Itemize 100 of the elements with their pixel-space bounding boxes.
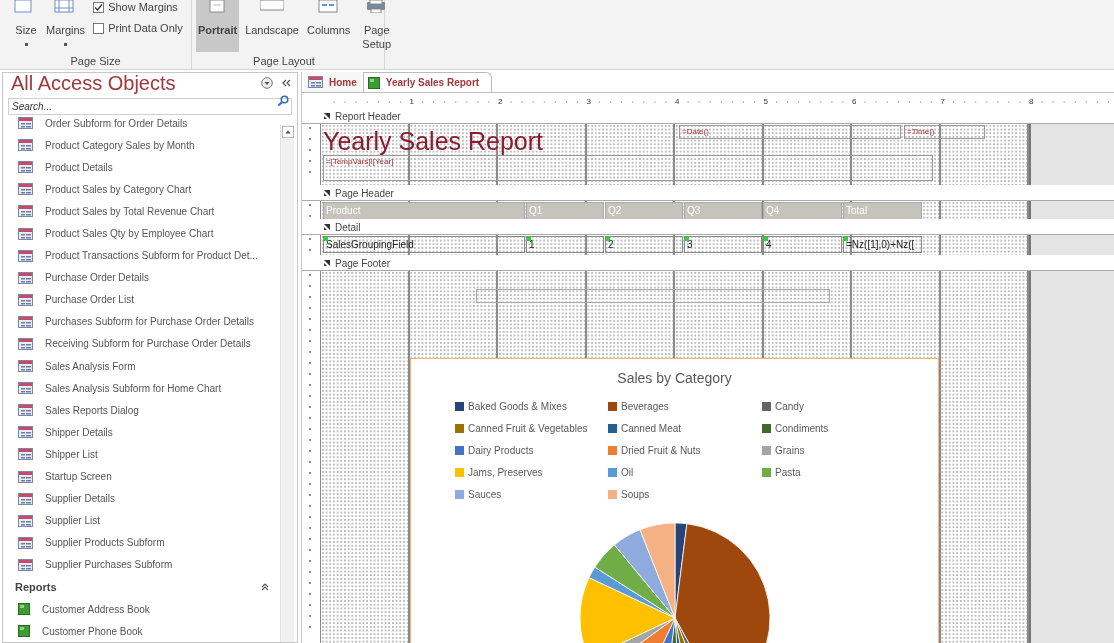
nav-item[interactable]: Order Subform for Order Details: [3, 112, 277, 135]
section-icon: [323, 259, 331, 267]
search-field[interactable]: Search...: [8, 98, 292, 115]
form-icon: [308, 76, 323, 88]
expression-box[interactable]: =Time(): [904, 125, 985, 139]
nav-item[interactable]: Customer Phone Book: [3, 620, 277, 642]
form-icon: [18, 271, 33, 284]
form-icon: [18, 470, 33, 483]
form-icon: [18, 558, 33, 571]
form-icon: [18, 492, 33, 505]
nav-item[interactable]: Sales Analysis Form: [3, 355, 277, 378]
nav-item[interactable]: Shipper Details: [3, 421, 277, 444]
nav-item[interactable]: Product Sales Qty by Employee Chart: [3, 222, 277, 245]
collapse-icon: [281, 78, 291, 88]
form-icon: [18, 448, 33, 461]
form-icon: [18, 404, 33, 417]
group-label: Page Size: [69, 53, 122, 69]
report-icon: [18, 625, 30, 638]
ruler-number: 6: [852, 96, 857, 108]
legend-item: Soups: [608, 486, 762, 502]
form-icon: [18, 536, 33, 549]
legend-item: Canned Fruit & Vegetables: [455, 420, 608, 436]
nav-item[interactable]: Sales Reports Dialog: [3, 399, 277, 422]
ruler-number: 8: [1029, 96, 1034, 108]
nav-item[interactable]: Product Details: [3, 156, 277, 179]
nav-item[interactable]: Shipper List: [3, 443, 277, 466]
page-setup-button[interactable]: Page Setup: [360, 0, 394, 52]
nav-item[interactable]: Supplier Details: [3, 487, 277, 510]
nav-item[interactable]: Product Sales by Total Revenue Chart: [3, 200, 277, 223]
nav-item[interactable]: Purchase Order List: [3, 288, 277, 311]
form-icon: [18, 139, 33, 152]
field-box[interactable]: 1: [526, 236, 604, 253]
ruler-number: 7: [940, 96, 945, 108]
group-heading: Reports: [15, 579, 57, 595]
expression-box[interactable]: =[TempVars]![Year]: [323, 155, 933, 181]
search-icon: [277, 95, 289, 107]
form-icon: [18, 382, 33, 395]
scroll-up-icon: [282, 126, 294, 138]
ruler-number: 1: [409, 96, 414, 108]
text-box[interactable]: [476, 289, 830, 303]
margins-button[interactable]: Margins: [44, 0, 88, 52]
columns-button[interactable]: Columns: [304, 0, 353, 52]
checkbox[interactable]: Show Margins: [93, 1, 183, 13]
legend-item: Grains: [762, 442, 862, 458]
ruler-number: 5: [763, 96, 768, 108]
legend-item: Candy: [762, 398, 862, 414]
report-icon: [18, 603, 30, 615]
nav-item[interactable]: Sales Analysis Subform for Home Chart: [3, 377, 277, 400]
ruler-number: 4: [675, 96, 680, 108]
nav-item[interactable]: Customer Address Book: [3, 597, 277, 621]
form-icon: [18, 161, 33, 174]
checkbox[interactable]: Print Data Only: [93, 22, 183, 34]
nav-item[interactable]: Supplier List: [3, 509, 277, 532]
section-icon: [323, 223, 331, 231]
ruler-number: 3: [586, 96, 591, 108]
form-icon: [18, 117, 33, 130]
report-title[interactable]: Yearly Sales Report: [323, 127, 603, 155]
nav-item[interactable]: Supplier Products Subform: [3, 531, 277, 554]
scrollbar[interactable]: [280, 125, 294, 642]
form-icon: [18, 514, 33, 527]
nav-item[interactable]: Startup Screen: [3, 465, 277, 488]
legend-item: Dairy Products: [455, 442, 608, 458]
portrait-button[interactable]: Portrait: [196, 0, 240, 52]
nav-item[interactable]: Purchase Order Details: [3, 266, 277, 289]
section-icon: [323, 189, 331, 197]
document-tab[interactable]: Yearly Sales Report: [362, 72, 493, 92]
expression-box[interactable]: =Date(): [679, 125, 901, 139]
form-icon: [18, 249, 33, 262]
nav-item[interactable]: Purchases Subform for Purchase Order Details: [3, 310, 277, 333]
legend-item: Beverages: [608, 398, 762, 414]
pane-title: All Access Objects: [11, 73, 176, 93]
legend-item: Oil: [608, 464, 762, 480]
field-box[interactable]: =Nz([1],0)+Nz([: [843, 236, 922, 253]
chart-title: Sales by Category: [617, 369, 732, 388]
nav-item[interactable]: Product Sales by Category Chart: [3, 178, 277, 201]
legend-item: Dried Fruit & Nuts: [608, 442, 762, 458]
landscape-button[interactable]: Landscape: [243, 0, 301, 52]
form-icon: [18, 315, 33, 328]
document-tab[interactable]: Home: [304, 72, 361, 92]
section-icon: [323, 112, 331, 120]
legend-item: Baked Goods & Mixes: [455, 398, 608, 414]
form-icon: [18, 426, 33, 439]
nav-item[interactable]: Product Transactions Subform for Product Det...: [3, 244, 277, 267]
chart[interactable]: Sales by Category Baked Goods & Mixes Beverages Candy Canned Fruit & Vegetables Canned Meat Condiments Dairy Products Dried Fruit & Nuts Grains Jams, Preserves Oil Pasta Sauces Soups: [410, 358, 939, 643]
size-button[interactable]: Size: [12, 0, 40, 52]
form-icon: [18, 205, 33, 218]
form-icon: [18, 183, 33, 196]
group-label: Page Layout: [252, 53, 316, 69]
form-icon: [18, 360, 33, 373]
dropdown-icon: [261, 77, 273, 89]
field-box[interactable]: 4: [763, 236, 842, 253]
legend-item: Pasta: [762, 464, 862, 480]
form-icon: [18, 227, 33, 240]
legend-item: Canned Meat: [608, 420, 762, 436]
form-icon: [18, 338, 33, 350]
form-icon: [18, 293, 33, 306]
nav-item[interactable]: Product Category Sales by Month: [3, 134, 277, 157]
nav-item[interactable]: Supplier Purchases Subform: [3, 553, 277, 576]
field-box[interactable]: SalesGroupingField: [323, 236, 525, 253]
nav-item[interactable]: Receiving Subform for Purchase Order Details: [3, 332, 277, 356]
